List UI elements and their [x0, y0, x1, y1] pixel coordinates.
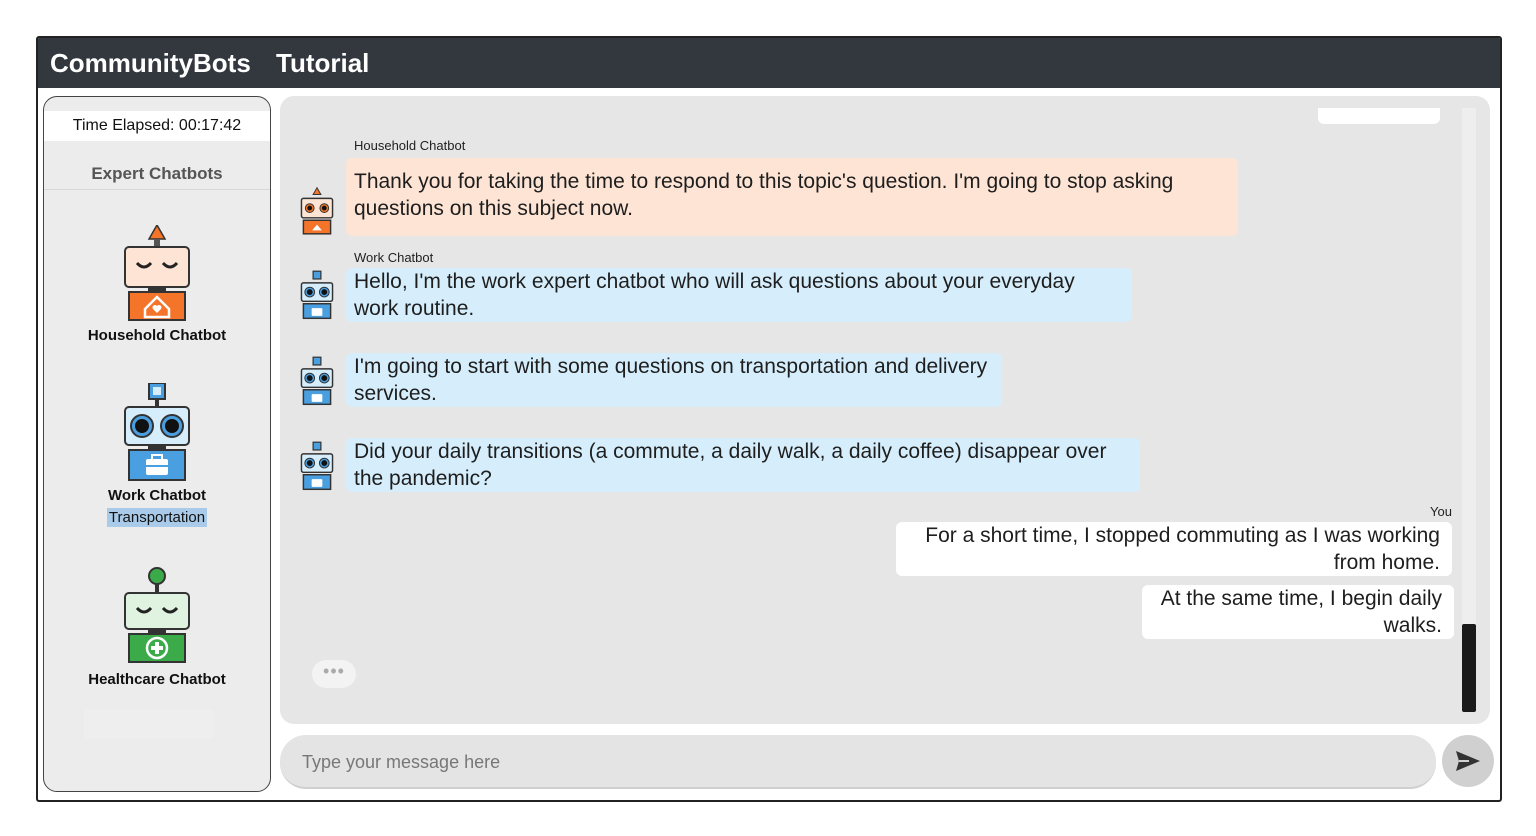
message-bubble: Hello, I'm the work expert chatbot who w… — [346, 268, 1132, 322]
send-button[interactable] — [1442, 735, 1494, 787]
app-name[interactable]: CommunityBots — [50, 38, 251, 88]
sidebar: Time Elapsed: 00:17:42 Expert Chatbots H… — [43, 96, 271, 792]
topic-badge-transportation: Transportation — [106, 508, 208, 527]
previous-message-edge — [1318, 108, 1440, 124]
chat-panel[interactable]: Household Chatbot Thank you for taking t… — [280, 96, 1490, 724]
avatar-work — [300, 441, 334, 496]
sidebar-heading: Expert Chatbots — [44, 159, 270, 190]
sidebar-bot-household[interactable]: Household Chatbot — [44, 225, 270, 344]
message-input[interactable] — [300, 735, 1414, 789]
message-bubble: Did your daily transitions (a commute, a… — [346, 438, 1140, 492]
sidebar-bot-work[interactable]: Work Chatbot Transportation — [44, 383, 270, 527]
faded-placeholder — [84, 709, 214, 739]
avatar-work — [300, 356, 334, 411]
bot-name-healthcare: Healthcare Chatbot — [88, 671, 226, 688]
household-robot-small-icon — [300, 186, 334, 235]
sender-household: Household Chatbot — [354, 138, 466, 153]
top-navbar: CommunityBots Tutorial — [38, 38, 1500, 88]
scrollbar-thumb[interactable] — [1462, 624, 1476, 712]
work-robot-small-icon — [300, 270, 334, 320]
sender-you: You — [1430, 504, 1452, 519]
work-robot-icon — [124, 383, 190, 481]
message-bubble: Thank you for taking the time to respond… — [346, 158, 1238, 236]
work-robot-small-icon — [300, 441, 334, 491]
bot-name-household: Household Chatbot — [87, 327, 227, 344]
app-window: CommunityBots Tutorial Time Elapsed: 00:… — [36, 36, 1502, 802]
message-bubble: I'm going to start with some questions o… — [346, 353, 1002, 407]
tab-tutorial[interactable]: Tutorial — [276, 38, 369, 88]
work-robot-small-icon — [300, 356, 334, 406]
typing-indicator: ••• — [312, 660, 356, 688]
household-robot-icon — [124, 225, 190, 321]
message-input-container — [280, 735, 1436, 789]
scrollbar-track[interactable] — [1462, 108, 1476, 712]
avatar-work — [300, 270, 334, 325]
bot-name-work: Work Chatbot — [107, 487, 207, 504]
sidebar-bot-healthcare[interactable]: Healthcare Chatbot — [44, 567, 270, 688]
avatar-household — [300, 186, 334, 241]
sender-work: Work Chatbot — [354, 250, 434, 265]
healthcare-robot-icon — [124, 567, 190, 663]
message-bubble-user: At the same time, I begin daily walks. — [1142, 585, 1454, 639]
message-bubble-user: For a short time, I stopped commuting as… — [896, 522, 1452, 576]
send-arrow-icon — [1456, 751, 1480, 771]
time-elapsed: Time Elapsed: 00:17:42 — [44, 111, 270, 141]
